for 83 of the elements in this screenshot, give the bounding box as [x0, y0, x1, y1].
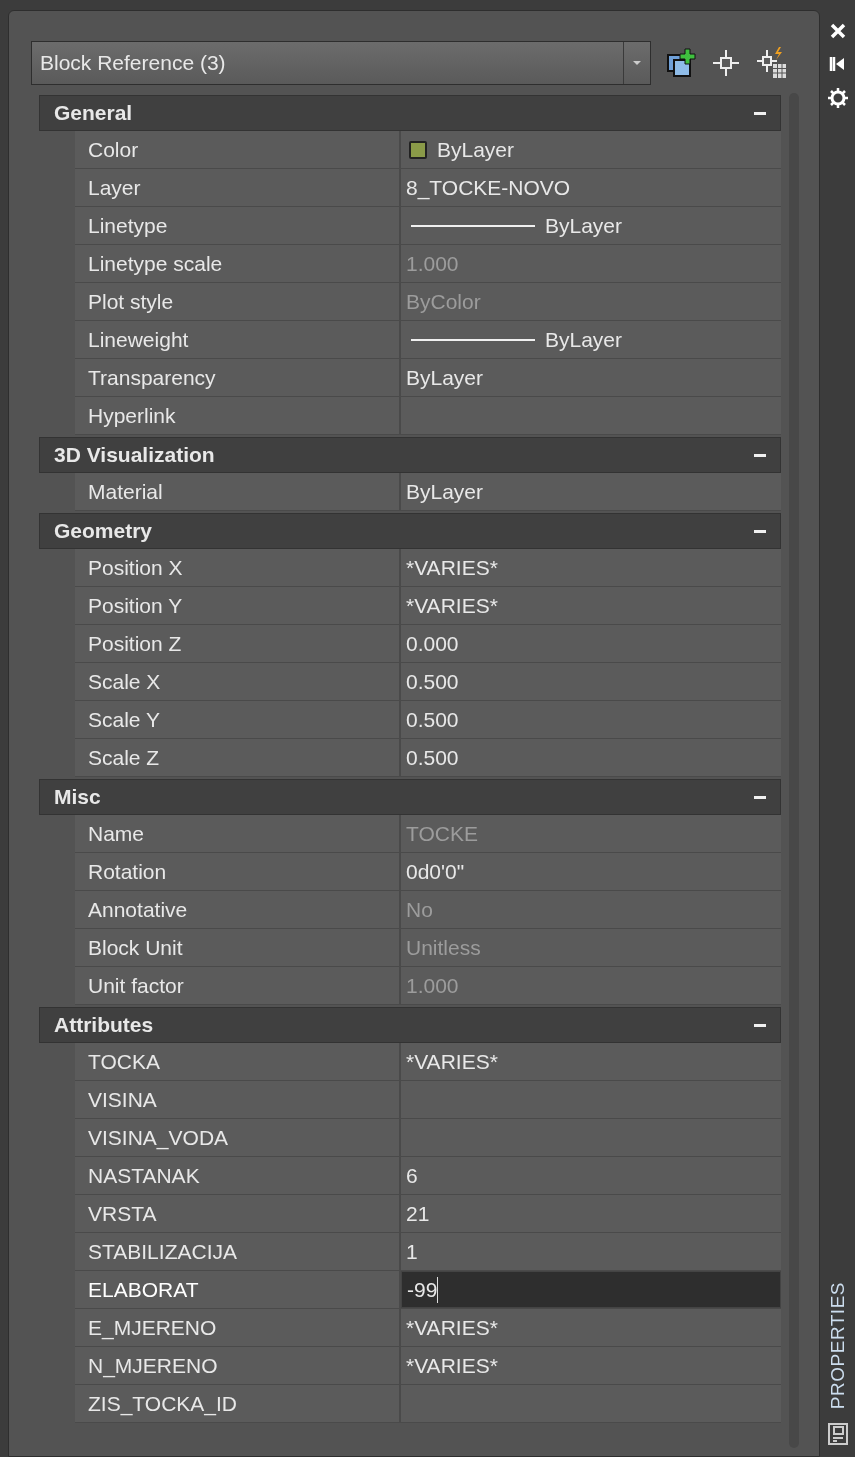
property-label: NASTANAK	[75, 1157, 401, 1194]
property-label: Transparency	[75, 359, 401, 396]
value-text: ByColor	[406, 289, 481, 314]
property-label: Scale Y	[75, 701, 401, 738]
property-label: Plot style	[75, 283, 401, 320]
palette-menu-icon[interactable]	[827, 1423, 848, 1445]
section-header[interactable]: General	[39, 95, 781, 131]
section-title: Misc	[54, 785, 101, 809]
property-label: VISINA_VODA	[75, 1119, 401, 1156]
crosshair-icon[interactable]	[711, 48, 741, 78]
value-text: 1.000	[406, 251, 459, 276]
value-text: Unitless	[406, 935, 481, 960]
collapse-icon[interactable]	[754, 453, 766, 457]
value-text: ByLayer	[437, 137, 515, 162]
add-selection-icon[interactable]	[665, 47, 697, 79]
property-label: Position Z	[75, 625, 401, 662]
value-text: TOCKE	[406, 821, 478, 846]
quick-select-icon[interactable]	[755, 46, 789, 80]
object-dropdown[interactable]: Block Reference (3)	[31, 41, 651, 85]
property-label: Linetype	[75, 207, 401, 244]
section-header[interactable]: Attributes	[39, 1007, 781, 1043]
value-text: 0d0'0"	[406, 859, 465, 884]
property-label: Block Unit	[75, 929, 401, 966]
property-label: E_MJERENO	[75, 1309, 401, 1346]
section-title: 3D Visualization	[54, 443, 215, 467]
value-text: 6	[406, 1163, 418, 1188]
property-label: Hyperlink	[75, 397, 401, 434]
collapse-icon[interactable]	[754, 795, 766, 799]
section-title: General	[54, 101, 133, 125]
property-label: STABILIZACIJA	[75, 1233, 401, 1270]
value-text: 0.500	[406, 669, 459, 694]
section-title: Attributes	[54, 1013, 154, 1037]
property-label: Scale Z	[75, 739, 401, 776]
collapse-icon[interactable]	[754, 111, 766, 115]
property-label: Rotation	[75, 853, 401, 890]
value-text: 21	[406, 1201, 430, 1226]
section-header[interactable]: 3D Visualization	[39, 437, 781, 473]
close-icon[interactable]	[828, 22, 847, 40]
value-text: 0.500	[406, 745, 459, 770]
property-label: Material	[75, 473, 401, 510]
property-label: ZIS_TOCKA_ID	[75, 1385, 401, 1422]
property-label: N_MJERENO	[75, 1347, 401, 1384]
value-text: ByLayer	[406, 365, 484, 390]
property-label: Lineweight	[75, 321, 401, 358]
property-label: Position X	[75, 549, 401, 586]
value-text: 0.500	[406, 707, 459, 732]
property-label: VISINA	[75, 1081, 401, 1118]
collapse-icon[interactable]	[754, 1023, 766, 1027]
property-label: Color	[75, 131, 401, 168]
property-label: Annotative	[75, 891, 401, 928]
text-cursor	[437, 1276, 439, 1303]
value-text: 1.000	[406, 973, 459, 998]
section-header[interactable]: Misc	[39, 779, 781, 815]
value-text: 1	[406, 1239, 418, 1264]
value-text: *VARIES*	[406, 593, 498, 618]
value-text: 0.000	[406, 631, 459, 656]
property-label: Unit factor	[75, 967, 401, 1004]
caret-icon	[632, 60, 642, 66]
palette-title: PROPERTIES	[826, 1281, 849, 1409]
property-label: TOCKA	[75, 1043, 401, 1080]
collapse-icon[interactable]	[754, 529, 766, 533]
value-text: *VARIES*	[406, 1315, 498, 1340]
value-input-field[interactable]: -99	[401, 1271, 781, 1308]
property-label: Linetype scale	[75, 245, 401, 282]
value-text: *VARIES*	[406, 1049, 498, 1074]
value-text: *VARIES*	[406, 555, 498, 580]
value-text: ByLayer	[545, 327, 623, 352]
property-label: Position Y	[75, 587, 401, 624]
property-label: Layer	[75, 169, 401, 206]
property-label: ELABORAT	[75, 1271, 401, 1308]
section-header[interactable]: Geometry	[39, 513, 781, 549]
section-title: Geometry	[54, 519, 153, 543]
value-text: ByLayer	[545, 213, 623, 238]
value-text: No	[406, 897, 433, 922]
property-label: Scale X	[75, 663, 401, 700]
value-text: 8_TOCKE-NOVO	[406, 175, 571, 200]
value-text: -99	[407, 1277, 438, 1302]
pin-icon[interactable]	[828, 54, 847, 74]
property-label: Name	[75, 815, 401, 852]
value-text: *VARIES*	[406, 1353, 498, 1378]
settings-icon[interactable]	[827, 88, 848, 108]
property-label: VRSTA	[75, 1195, 401, 1232]
value-text: ByLayer	[406, 479, 484, 504]
